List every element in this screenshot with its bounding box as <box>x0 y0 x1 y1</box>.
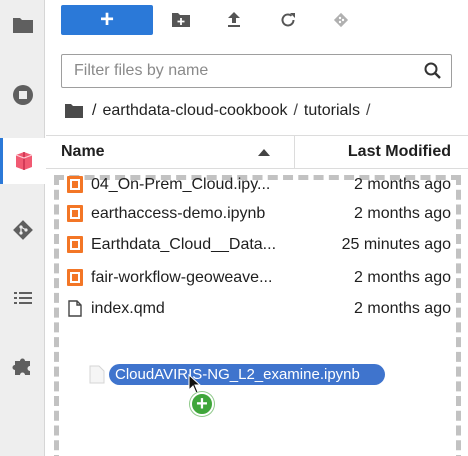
file-row[interactable]: index.qmd 2 months ago <box>46 296 468 322</box>
git-clone-icon <box>333 12 349 28</box>
breadcrumb-separator: / <box>293 102 298 119</box>
filter-files-input[interactable] <box>62 55 412 87</box>
puzzle-icon <box>12 358 30 375</box>
notebook-icon <box>67 236 83 253</box>
list-icon <box>13 292 32 304</box>
file-browser-panel: + Filter files by name / earthdata-cloud… <box>46 0 468 456</box>
file-modified: 25 minutes ago <box>341 236 451 253</box>
dragged-file-icon <box>89 365 105 384</box>
refresh-button[interactable] <box>278 10 298 30</box>
mouse-cursor-icon <box>188 374 202 394</box>
new-launcher-button[interactable]: + <box>61 5 153 35</box>
git-clone-button[interactable] <box>331 10 351 30</box>
git-tab[interactable] <box>0 207 45 253</box>
file-name: index.qmd <box>91 300 165 317</box>
notebook-icon <box>67 269 83 286</box>
file-browser-toolbar: + <box>46 0 468 42</box>
git-icon <box>12 220 33 240</box>
folder-icon <box>12 18 33 33</box>
file-browser-tab[interactable] <box>0 2 45 48</box>
extension-stack-tab[interactable] <box>0 138 45 184</box>
notebook-icon <box>67 205 83 222</box>
file-list-header: Name Last Modified <box>46 135 468 169</box>
drag-preview: CloudAVIRIS-NG_L2_examine.ipynb <box>89 363 389 387</box>
name-column-header[interactable]: Name <box>61 143 105 161</box>
upload-button[interactable] <box>224 10 244 30</box>
last-modified-column-header[interactable]: Last Modified <box>294 136 468 168</box>
file-modified: 2 months ago <box>354 205 451 222</box>
stop-circle-icon <box>12 85 33 105</box>
filter-search-box <box>61 54 452 88</box>
breadcrumb: / earthdata-cloud-cookbook / tutorials / <box>64 99 464 123</box>
file-name: 04_On-Prem_Cloud.ipy... <box>91 176 271 193</box>
breadcrumb-item-tutorials[interactable]: tutorials <box>304 102 360 120</box>
file-row[interactable]: earthaccess-demo.ipynb 2 months ago <box>46 201 468 227</box>
activity-rail <box>0 0 45 456</box>
breadcrumb-item-cookbook[interactable]: earthdata-cloud-cookbook <box>102 102 287 120</box>
extension-manager-tab[interactable] <box>0 343 45 389</box>
breadcrumb-root[interactable]: / <box>92 102 96 120</box>
last-modified-label: Last Modified <box>347 143 451 160</box>
search-icon[interactable] <box>423 61 443 81</box>
upload-icon <box>228 12 240 27</box>
file-modified: 2 months ago <box>354 176 451 193</box>
sort-ascending-icon[interactable] <box>258 149 270 156</box>
new-folder-button[interactable] <box>171 10 191 30</box>
file-name: earthaccess-demo.ipynb <box>91 205 266 222</box>
file-name: fair-workflow-geoweave... <box>91 269 273 286</box>
copy-plus-icon: + <box>190 392 214 416</box>
file-row[interactable]: Earthdata_Cloud__Data... 25 minutes ago <box>46 232 468 258</box>
file-icon <box>68 300 82 317</box>
dragged-file-name: CloudAVIRIS-NG_L2_examine.ipynb <box>109 364 385 385</box>
new-folder-icon <box>172 13 190 27</box>
file-modified: 2 months ago <box>354 269 451 286</box>
breadcrumb-trailing-separator: / <box>365 102 371 119</box>
running-sessions-tab[interactable] <box>0 72 45 118</box>
file-name: Earthdata_Cloud__Data... <box>91 236 277 253</box>
home-folder-icon[interactable] <box>64 103 84 119</box>
refresh-icon <box>281 13 295 27</box>
file-row[interactable]: 04_On-Prem_Cloud.ipy... 2 months ago <box>46 172 468 198</box>
file-modified: 2 months ago <box>354 300 451 317</box>
table-of-contents-tab[interactable] <box>0 275 45 321</box>
extension-stack-icon <box>15 152 33 170</box>
notebook-icon <box>67 176 83 193</box>
file-row[interactable]: fair-workflow-geoweave... 2 months ago <box>46 265 468 291</box>
